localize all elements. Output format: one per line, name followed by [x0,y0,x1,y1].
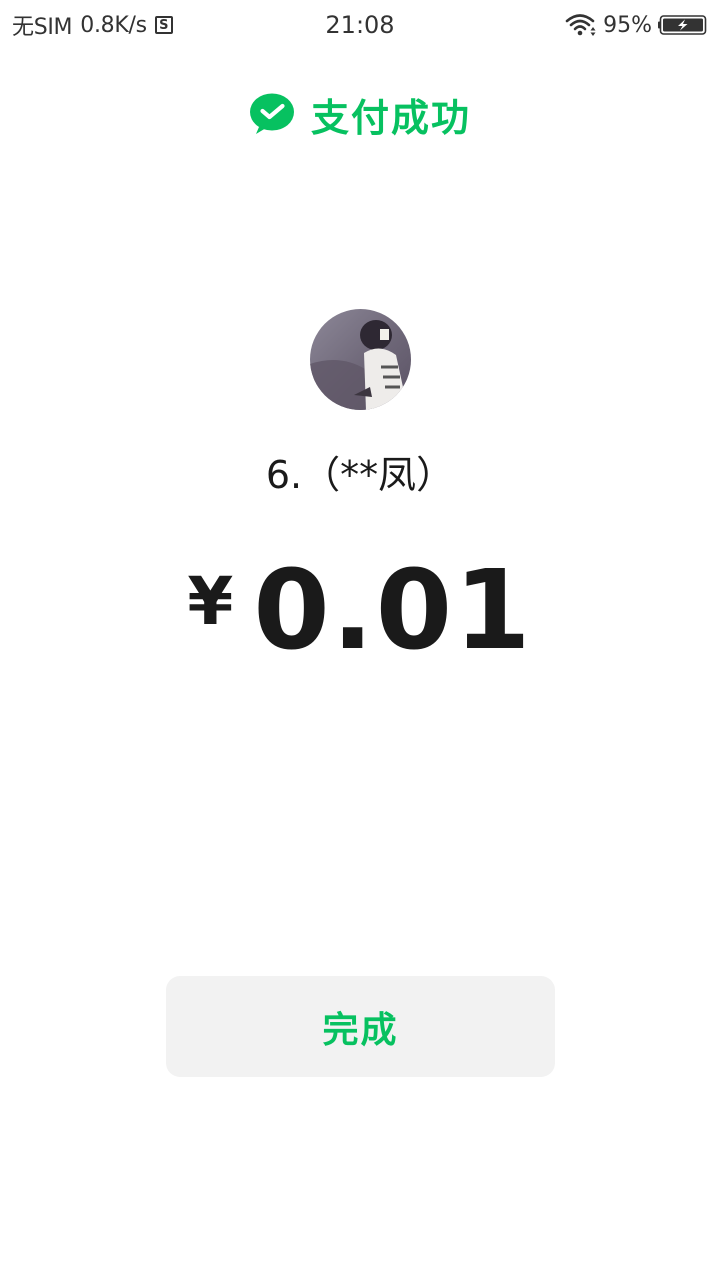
status-right: 95% [565,10,708,40]
page-title: 支付成功 [310,95,471,140]
status-bar: 无SIM 0.8K/s S 21:08 95% [0,0,720,50]
payee-name: 6.（**凤） [265,453,455,497]
battery-charging-icon [658,15,707,35]
avatar-photo [310,309,411,410]
wifi-icon [565,14,596,36]
avatar [310,309,411,410]
done-button-label: 完成 [322,1009,399,1051]
payment-amount: ¥ 0.01 [0,555,720,675]
battery-percent: 95% [603,12,652,38]
payment-success-screen: 无SIM 0.8K/s S 21:08 95% 支付成功 6.（**凤） ¥ 0… [0,0,720,1280]
currency-symbol: ¥ [187,563,234,640]
success-header: 支付成功 [0,88,720,140]
done-button[interactable]: 完成 [166,976,555,1077]
amount-value: 0.01 [253,546,533,674]
wechat-pay-icon [249,93,294,134]
